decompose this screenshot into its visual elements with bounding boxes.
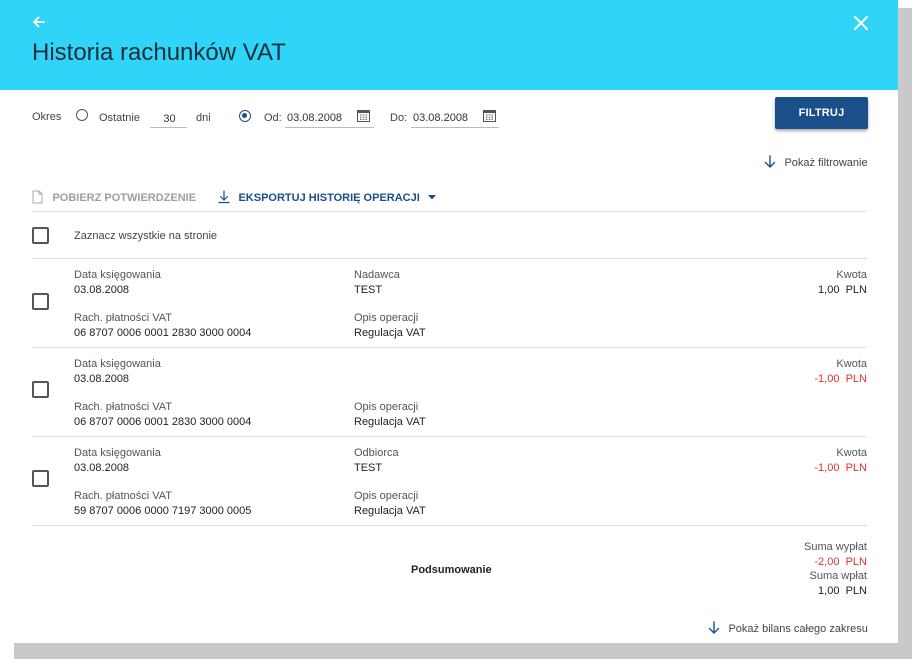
description: Regulacja VAT <box>354 327 426 339</box>
dialog-shadow <box>14 643 912 659</box>
party-label: Nadawca <box>354 269 400 281</box>
period-label: Okres <box>32 111 62 123</box>
transaction-checkbox[interactable] <box>32 470 49 487</box>
withdrawals-total: -2,00 PLN <box>814 556 867 568</box>
description: Regulacja VAT <box>354 416 426 428</box>
vat-account-number: 59 8707 0006 0000 7197 3000 0005 <box>74 505 252 517</box>
vat-account-label: Rach. płatności VAT <box>74 312 173 324</box>
deposits-total: 1,00 PLN <box>818 585 867 597</box>
download-icon <box>218 190 230 203</box>
vat-account-number: 06 8707 0006 0001 2830 3000 0004 <box>74 327 252 339</box>
amount-label: Kwota <box>836 358 867 370</box>
description: Regulacja VAT <box>354 505 426 517</box>
back-arrow-icon[interactable] <box>30 13 48 31</box>
download-confirmation-button[interactable]: POBIERZ POTWIERDZENIE <box>32 188 196 206</box>
posting-date: 03.08.2008 <box>74 284 130 296</box>
description-label: Opis operacji <box>354 312 419 324</box>
description-label: Opis operacji <box>354 401 419 413</box>
chevron-down-icon <box>428 194 437 200</box>
dialog-shadow <box>898 8 912 658</box>
arrow-down-icon <box>764 155 776 168</box>
posting-date: 03.08.2008 <box>74 373 130 385</box>
deposits-label: Suma wpłat <box>809 570 867 582</box>
divider <box>32 258 867 259</box>
close-icon[interactable] <box>852 14 870 32</box>
filter-button[interactable]: FILTRUJ <box>775 97 868 129</box>
withdrawals-label: Suma wypłat <box>804 541 867 553</box>
last-days-input[interactable] <box>150 110 187 128</box>
posting-date-label: Data księgowania <box>74 358 161 370</box>
amount: -1,00 PLN <box>814 373 867 385</box>
to-label: Do: <box>390 112 408 124</box>
transaction-checkbox[interactable] <box>32 381 49 398</box>
party-label: Odbiorca <box>354 447 399 459</box>
export-history-button[interactable]: EKSPORTUJ HISTORIĘ OPERACJI <box>218 188 437 206</box>
download-confirmation-label: POBIERZ POTWIERDZENIE <box>52 192 197 204</box>
vat-account-label: Rach. płatności VAT <box>74 490 173 502</box>
show-filter-link[interactable]: Pokaż filtrowanie <box>764 153 868 171</box>
select-all-label: Zaznacz wszystkie na stronie <box>74 230 218 242</box>
export-history-label: EKSPORTUJ HISTORIĘ OPERACJI <box>238 192 420 204</box>
vat-account-label: Rach. płatności VAT <box>74 401 173 413</box>
description-label: Opis operacji <box>354 490 419 502</box>
calendar-icon[interactable] <box>483 109 496 122</box>
last-days-label: Ostatnie <box>99 112 140 124</box>
amount: 1,00 PLN <box>818 284 867 296</box>
arrow-down-icon <box>708 621 720 634</box>
divider <box>32 436 867 437</box>
dialog-header: Historia rachunków VAT <box>0 0 898 90</box>
divider <box>32 525 867 526</box>
show-balance-label: Pokaż bilans całego zakresu <box>728 623 868 635</box>
calendar-icon[interactable] <box>357 109 370 122</box>
summary-label: Podsumowanie <box>411 564 492 576</box>
from-label: Od: <box>264 112 282 124</box>
posting-date-label: Data księgowania <box>74 269 161 281</box>
radio-last-days[interactable] <box>76 109 88 121</box>
transaction-checkbox[interactable] <box>32 293 49 310</box>
posting-date: 03.08.2008 <box>74 462 130 474</box>
party-name: TEST <box>354 462 383 474</box>
amount: -1,00 PLN <box>814 462 867 474</box>
vat-history-dialog: Historia rachunków VAT Okres Ostatnie dn… <box>0 0 898 643</box>
divider <box>32 347 867 348</box>
days-label: dni <box>196 112 211 124</box>
posting-date-label: Data księgowania <box>74 447 161 459</box>
show-filter-label: Pokaż filtrowanie <box>784 157 868 169</box>
page-title: Historia rachunków VAT <box>32 39 286 66</box>
show-balance-link[interactable]: Pokaż bilans całego zakresu <box>708 619 868 637</box>
amount-label: Kwota <box>836 269 867 281</box>
amount-label: Kwota <box>836 447 867 459</box>
radio-date-range[interactable] <box>239 110 251 122</box>
vat-account-number: 06 8707 0006 0001 2830 3000 0004 <box>74 416 252 428</box>
document-icon <box>32 190 43 204</box>
party-name: TEST <box>354 284 383 296</box>
select-all-checkbox[interactable] <box>32 227 49 244</box>
divider <box>32 211 867 212</box>
